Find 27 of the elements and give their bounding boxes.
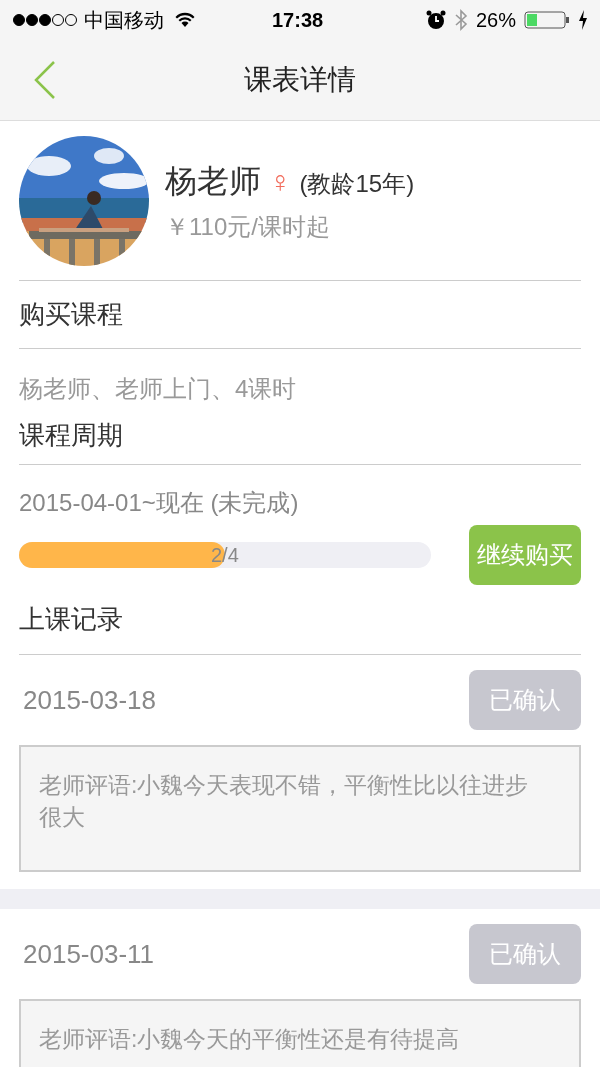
purchase-detail: 杨老师、老师上门、4课时 <box>19 375 297 402</box>
buy-more-button[interactable]: 继续购买 <box>469 525 581 585</box>
bluetooth-icon <box>453 9 468 31</box>
price-text: ￥110元/课时起 <box>165 211 331 242</box>
battery-percent: 26% <box>475 8 516 33</box>
teaching-years: (教龄15年) <box>299 168 415 199</box>
battery-icon <box>524 10 570 30</box>
comment-box: 老师评语:小魏今天表现不错，平衡性比以往进步很大 <box>19 745 581 872</box>
status-button[interactable]: 已确认 <box>469 924 581 984</box>
charging-icon <box>578 10 588 30</box>
period-range: 2015-04-01~现在 (未完成) <box>19 489 299 516</box>
signal-icon <box>12 13 78 27</box>
status-button[interactable]: 已确认 <box>469 670 581 730</box>
wifi-icon <box>174 12 196 28</box>
section-heading: 购买课程 <box>19 298 123 331</box>
back-chevron-icon <box>33 61 57 99</box>
section-heading: 课程周期 <box>19 419 123 452</box>
carrier-name: 中国移动 <box>84 8 164 33</box>
record-date: 2015-03-11 <box>23 937 155 971</box>
section-heading: 上课记录 <box>19 603 123 636</box>
clock-time: 17:38 <box>272 8 324 33</box>
alarm-icon <box>425 10 446 30</box>
gender-symbol: ♀ <box>269 163 292 200</box>
teacher-name: 杨老师 <box>165 161 261 201</box>
page-title: 课表详情 <box>244 63 356 97</box>
comment-box: 老师评语:小魏今天的平衡性还是有待提高 <box>19 999 581 1067</box>
record-date: 2015-03-18 <box>23 683 156 717</box>
